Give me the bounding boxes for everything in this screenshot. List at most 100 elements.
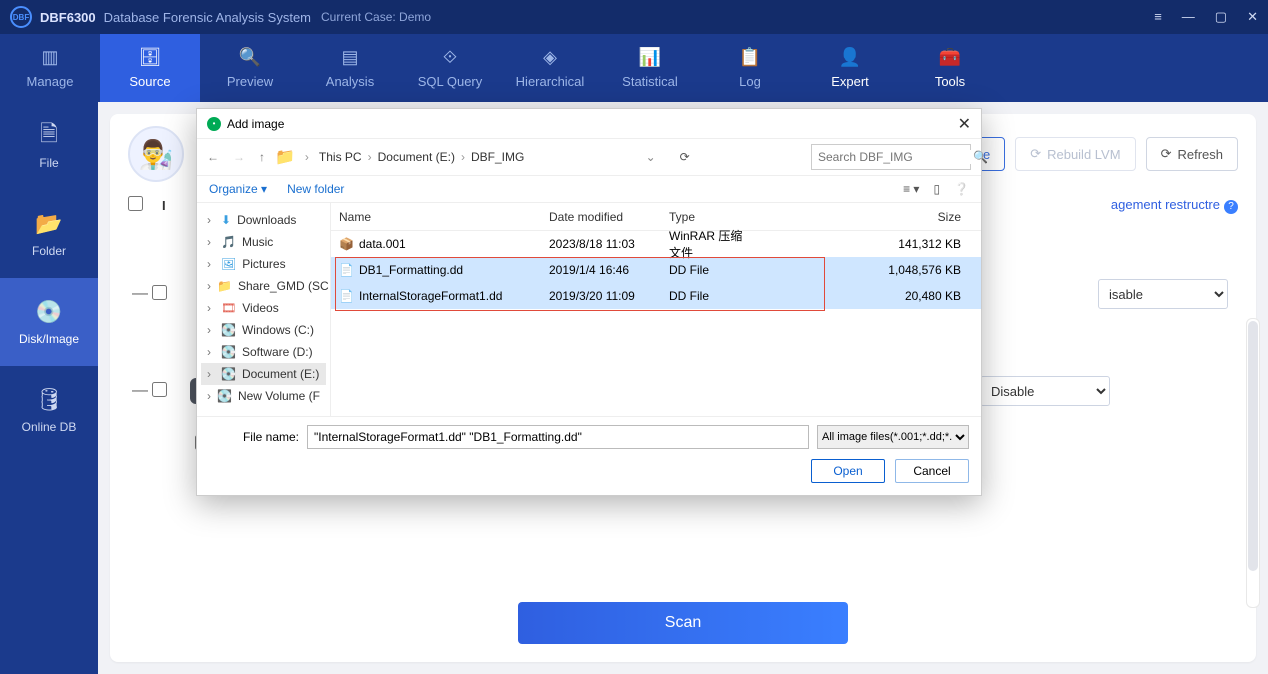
close-icon[interactable]: ✕ bbox=[1247, 9, 1258, 25]
tools-icon: 🧰 bbox=[937, 48, 963, 68]
tab-preview[interactable]: 🔍Preview bbox=[200, 34, 300, 102]
row-checkbox[interactable] bbox=[152, 382, 167, 397]
col-date[interactable]: Date modified bbox=[541, 210, 661, 224]
open-button[interactable]: Open bbox=[811, 459, 885, 483]
tree-item[interactable]: ›📁Share_GMD (SC bbox=[201, 275, 326, 297]
nav-back-icon[interactable]: ← bbox=[207, 150, 219, 164]
tab-statistical[interactable]: 📊Statistical bbox=[600, 34, 700, 102]
search-input[interactable] bbox=[818, 150, 973, 164]
file-name-label: File name: bbox=[209, 430, 299, 444]
info-icon[interactable]: ? bbox=[1224, 200, 1238, 214]
nav-forward-icon[interactable]: → bbox=[233, 150, 245, 164]
menu-icon[interactable]: ≡ bbox=[1154, 9, 1162, 25]
scan-button[interactable]: Scan bbox=[518, 602, 848, 644]
tab-label: SQL Query bbox=[418, 74, 483, 89]
file-icon: 📄 bbox=[339, 289, 353, 303]
col-type[interactable]: Type bbox=[661, 210, 761, 224]
window-controls: ≡ — ▢ ✕ bbox=[1154, 9, 1258, 25]
cancel-button[interactable]: Cancel bbox=[895, 459, 969, 483]
file-icon: 📄 bbox=[339, 263, 353, 277]
file-row[interactable]: 📦data.001 2023/8/18 11:03 WinRAR 压缩文件 14… bbox=[331, 231, 981, 257]
tree-item[interactable]: ›🖼Pictures bbox=[201, 253, 326, 275]
breadcrumb-item[interactable]: DBF_IMG bbox=[471, 150, 524, 164]
tab-tools[interactable]: 🧰Tools bbox=[900, 34, 1000, 102]
file-icon: 🗎 bbox=[35, 122, 63, 150]
restructure-select[interactable]: isable bbox=[1098, 279, 1228, 309]
organize-button[interactable]: Organize ▾ bbox=[209, 182, 267, 196]
file-name-input[interactable] bbox=[307, 425, 809, 449]
file-size: 141,312 KB bbox=[761, 237, 981, 251]
file-row[interactable]: 📄DB1_Formatting.dd 2019/1/4 16:46 DD Fil… bbox=[331, 257, 981, 283]
tab-manage[interactable]: ▥Manage bbox=[0, 34, 100, 102]
file-name: DB1_Formatting.dd bbox=[359, 263, 463, 277]
tree-label: Share_GMD (SC bbox=[238, 279, 329, 293]
view-list-icon[interactable]: ≡ ▾ bbox=[903, 182, 919, 196]
expand-toggle[interactable]: — bbox=[128, 382, 152, 400]
tree-label: Music bbox=[242, 235, 273, 249]
scrollbar[interactable] bbox=[1246, 318, 1260, 608]
file-date: 2023/8/18 11:03 bbox=[541, 237, 661, 251]
tab-hierarchical[interactable]: ◈Hierarchical bbox=[500, 34, 600, 102]
sidebar-item-disk-image[interactable]: 💿Disk/Image bbox=[0, 278, 98, 366]
maximize-icon[interactable]: ▢ bbox=[1215, 9, 1227, 25]
tree-item[interactable]: ›💽Document (E:) bbox=[201, 363, 326, 385]
col-size[interactable]: Size bbox=[761, 210, 981, 224]
row-checkbox[interactable] bbox=[152, 285, 167, 300]
header-restructure[interactable]: agement restructre? bbox=[1111, 197, 1238, 214]
tree-label: Software (D:) bbox=[242, 345, 313, 359]
tab-label: Expert bbox=[831, 74, 869, 89]
folder-icon: 📁 bbox=[275, 147, 295, 167]
avatar: 👨‍🔬 bbox=[128, 126, 184, 182]
disk-image-icon: 💿 bbox=[35, 298, 63, 326]
preview-pane-icon[interactable]: ▯ bbox=[933, 182, 940, 196]
drive-icon: 💽 bbox=[221, 323, 236, 337]
tree-item[interactable]: ›⬇Downloads bbox=[201, 209, 326, 231]
header-checkbox[interactable] bbox=[128, 196, 143, 211]
nav-up-icon[interactable]: ↑ bbox=[259, 150, 265, 164]
sidebar-item-file[interactable]: 🗎File bbox=[0, 102, 98, 190]
refresh-icon[interactable]: ⟳ bbox=[680, 150, 690, 164]
expand-toggle[interactable]: — bbox=[128, 285, 152, 303]
dialog-close-icon[interactable]: ✕ bbox=[958, 114, 971, 134]
file-list: Name Date modified Type Size 📦data.001 2… bbox=[331, 203, 981, 416]
tree-item[interactable]: ›💽New Volume (F bbox=[201, 385, 326, 407]
dialog-title: Add image bbox=[227, 117, 284, 131]
tab-analysis[interactable]: ▤Analysis bbox=[300, 34, 400, 102]
dialog-titlebar: • Add image ✕ bbox=[197, 109, 981, 139]
restructure-select[interactable]: Disable bbox=[980, 376, 1110, 406]
refresh-button[interactable]: ⟳Refresh bbox=[1146, 137, 1238, 171]
preview-icon: 🔍 bbox=[237, 48, 263, 68]
tab-source[interactable]: 🗄Source bbox=[100, 34, 200, 102]
file-type: WinRAR 压缩文件 bbox=[661, 227, 761, 261]
search-icon[interactable]: 🔍 bbox=[973, 150, 988, 164]
minimize-icon[interactable]: — bbox=[1182, 9, 1195, 25]
tab-sql-query[interactable]: ⟐ SQL Query bbox=[400, 34, 500, 102]
breadcrumb-item[interactable]: Document (E:) bbox=[378, 150, 455, 164]
file-type-select[interactable]: All image files(*.001;*.dd;*.e01;* bbox=[817, 425, 969, 449]
tab-label: Analysis bbox=[326, 74, 374, 89]
breadcrumb[interactable]: This PC› Document (E:)› DBF_IMG bbox=[319, 150, 524, 164]
tab-label: Source bbox=[129, 74, 170, 89]
file-name: InternalStorageFormat1.dd bbox=[359, 289, 502, 303]
tree-item[interactable]: ›💽Software (D:) bbox=[201, 341, 326, 363]
file-dialog: • Add image ✕ ← → ↑ 📁 › This PC› Documen… bbox=[196, 108, 982, 496]
help-icon[interactable]: ❔ bbox=[954, 182, 969, 196]
file-row[interactable]: 📄InternalStorageFormat1.dd 2019/3/20 11:… bbox=[331, 283, 981, 309]
tree-item[interactable]: ›🎞Videos bbox=[201, 297, 326, 319]
sidebar-item-online-db[interactable]: 🛢Online DB bbox=[0, 366, 98, 454]
sql-icon: ⟐ bbox=[437, 48, 463, 68]
file-list-header[interactable]: Name Date modified Type Size bbox=[331, 203, 981, 231]
rebuild-lvm-button[interactable]: ⟳Rebuild LVM bbox=[1015, 137, 1135, 171]
sidebar-item-folder[interactable]: 📂Folder bbox=[0, 190, 98, 278]
breadcrumb-item[interactable]: This PC bbox=[319, 150, 362, 164]
header-label: agement restructre bbox=[1111, 197, 1220, 212]
chevron-down-icon[interactable]: ⌄ bbox=[646, 150, 664, 164]
tree-item[interactable]: ›🎵Music bbox=[201, 231, 326, 253]
tab-log[interactable]: 📋Log bbox=[700, 34, 800, 102]
tab-expert[interactable]: 👤Expert bbox=[800, 34, 900, 102]
folder-tree: ›⬇Downloads ›🎵Music ›🖼Pictures ›📁Share_G… bbox=[197, 203, 331, 416]
tree-item[interactable]: ›💽Windows (C:) bbox=[201, 319, 326, 341]
col-name[interactable]: Name bbox=[331, 210, 541, 224]
search-box[interactable]: 🔍 bbox=[811, 144, 971, 170]
new-folder-button[interactable]: New folder bbox=[287, 182, 344, 196]
